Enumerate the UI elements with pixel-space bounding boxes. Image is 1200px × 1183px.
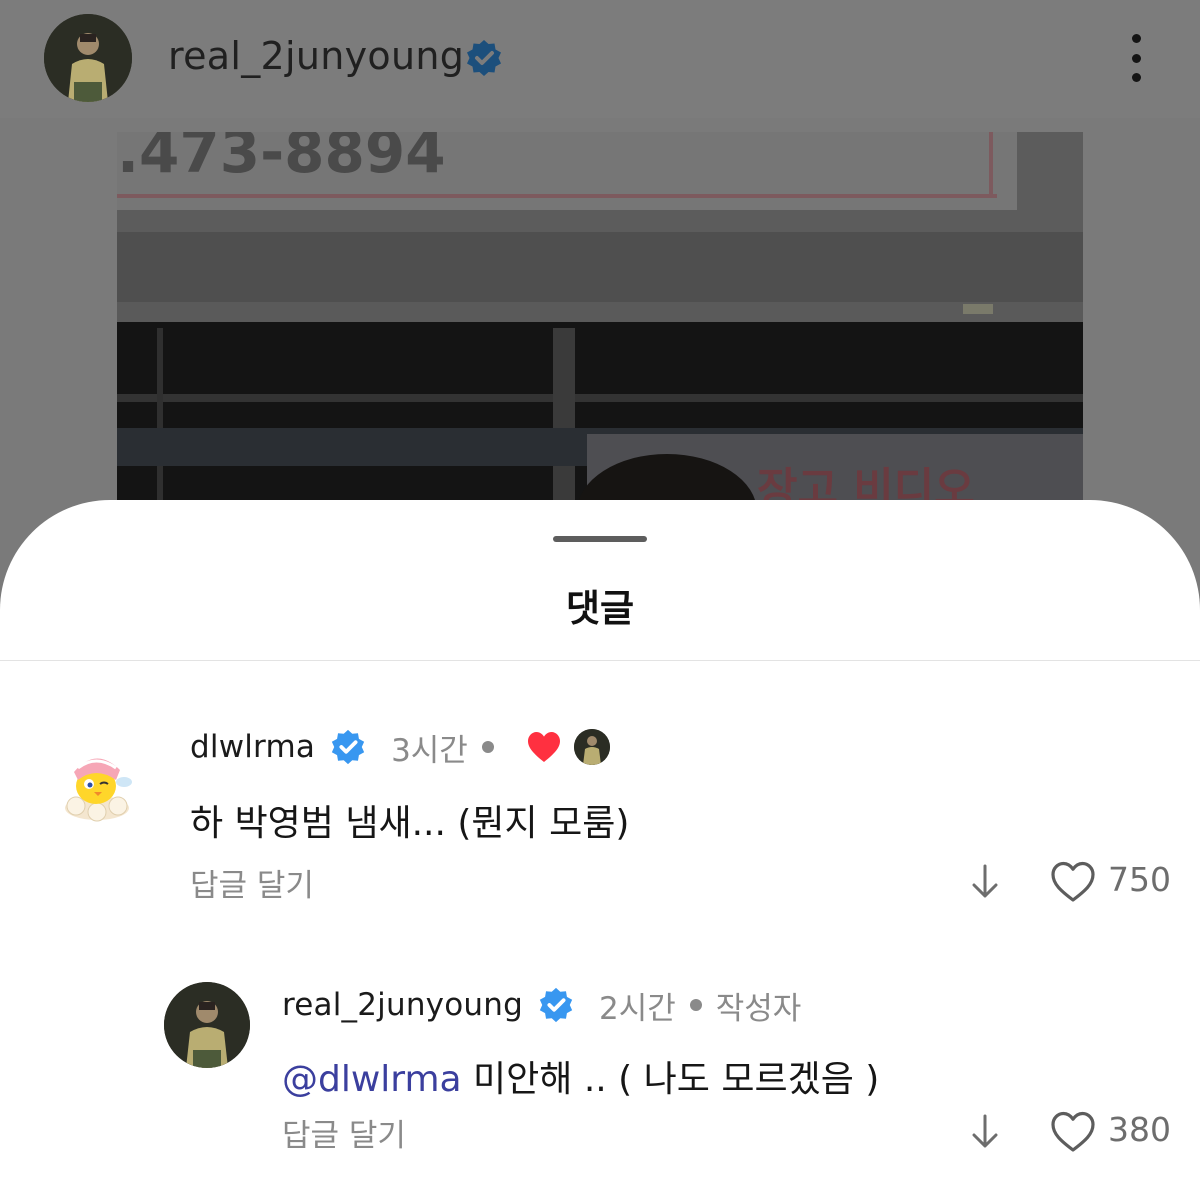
person-photo-icon	[164, 982, 250, 1068]
photo-sign-text: .473-8894	[117, 132, 446, 186]
post-photo[interactable]: .473-8894 장고 비디오	[117, 132, 1083, 512]
arrow-down-icon[interactable]	[968, 1112, 1002, 1152]
comment-time: 2시간	[598, 990, 676, 1027]
cartoon-bird-icon	[54, 742, 140, 828]
like-count: 750	[1108, 860, 1171, 899]
divider	[0, 660, 1200, 661]
like-heart-icon[interactable]	[1049, 1110, 1097, 1154]
post-author-avatar[interactable]	[44, 14, 132, 102]
commenter-avatar[interactable]	[54, 742, 140, 828]
reply-button[interactable]: 답글 달기	[282, 1110, 406, 1155]
comment-text: @dlwlrma 미안해 .. ( 나도 모르겠음 )	[282, 1050, 879, 1102]
comment-username[interactable]: dlwlrma	[190, 729, 315, 765]
sheet-title: 댓글	[565, 587, 635, 630]
like-count: 380	[1108, 1110, 1171, 1149]
more-options-icon[interactable]	[1116, 30, 1156, 86]
comment-body: 미안해 .. ( 나도 모르겠음 )	[461, 1059, 880, 1100]
comment-username[interactable]: real_2junyoung	[282, 987, 523, 1023]
mention-link[interactable]: @dlwlrma	[282, 1059, 462, 1100]
commenter-avatar[interactable]	[164, 982, 250, 1068]
comment-time: 3시간	[391, 732, 468, 769]
comments-sheet: 댓글 dlwlrma 3시간 하 박영범 냄새... (뭔지 모룸) 답글 달기…	[0, 500, 1200, 1183]
separator-dot	[689, 999, 702, 1011]
comment-text: 하 박영범 냄새... (뭔지 모룸)	[190, 803, 630, 844]
verified-badge-icon	[467, 40, 501, 76]
reply-button[interactable]: 답글 달기	[190, 860, 314, 905]
author-liked-heart-icon	[527, 732, 560, 762]
separator-dot	[481, 741, 494, 753]
post-header: real_2junyoung	[0, 0, 1200, 118]
verified-badge-icon	[331, 729, 365, 765]
author-tag: 작성자	[715, 990, 802, 1027]
drag-handle[interactable]	[553, 536, 647, 542]
author-avatar-small	[573, 729, 610, 765]
comment-meta: real_2junyoung 2시간 작성자	[282, 978, 801, 1032]
arrow-down-icon[interactable]	[968, 862, 1002, 902]
comment-meta: dlwlrma 3시간	[190, 720, 610, 774]
like-heart-icon[interactable]	[1049, 860, 1097, 904]
verified-badge-icon	[539, 987, 573, 1023]
post-author-username[interactable]: real_2junyoung	[168, 34, 464, 78]
